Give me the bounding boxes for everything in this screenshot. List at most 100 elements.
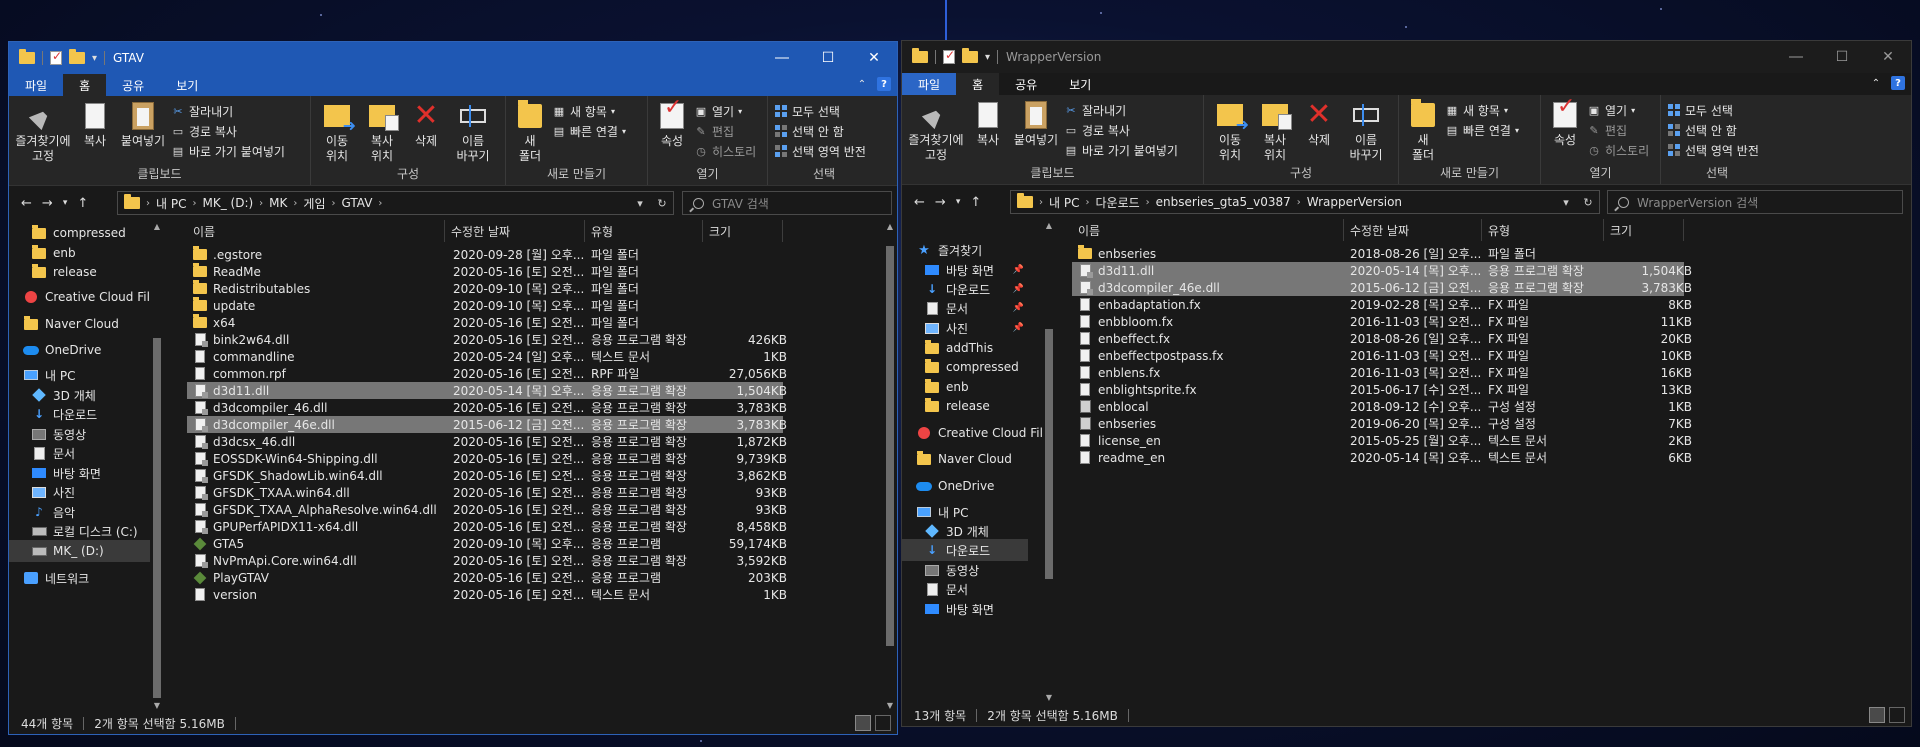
breadcrumb-separator[interactable]: › — [1146, 197, 1150, 208]
select-all-button[interactable]: 모두 선택 — [774, 102, 866, 120]
nav-item[interactable]: ↓ 다운로드 — [9, 403, 150, 425]
column-size[interactable]: 크기 — [703, 220, 783, 242]
forward-arrow-icon[interactable]: → — [42, 196, 53, 211]
file-row[interactable]: d3dcsx_46.dll 2020-05-16 [토] 오전... 응용 프로그램… — [187, 433, 787, 450]
column-type[interactable]: 유형 — [1482, 219, 1604, 241]
new-folder-icon[interactable] — [962, 48, 978, 63]
file-row[interactable]: enblens.fx 2016-11-03 [목] 오전... FX 파일 16KB — [1072, 364, 1692, 381]
file-list[interactable]: 이름 ^ 수정한 날짜 유형 크기 .egstore 2020-09-28 [월] … — [173, 220, 883, 712]
nav-item[interactable]: 사진 — [9, 481, 150, 503]
scrollbar-thumb[interactable] — [1045, 329, 1053, 579]
breadcrumb-separator[interactable]: › — [378, 198, 382, 209]
file-row[interactable]: PlayGTAV 2020-05-16 [토] 오전... 응용 프로그램 203KB — [187, 569, 787, 586]
scroll-down-icon[interactable]: ▼ — [150, 701, 164, 710]
nav-item[interactable]: 사진 📌 — [902, 317, 1028, 339]
scrollbar-thumb[interactable] — [153, 338, 161, 698]
file-row[interactable]: d3dcompiler_46e.dll 2015-06-12 [금] 오전... 응… — [1072, 279, 1692, 296]
file-row[interactable]: enbeffectpostpass.fx 2016-11-03 [목] 오전...… — [1072, 347, 1692, 364]
nav-item[interactable]: 네트워크 — [9, 567, 150, 589]
search-box[interactable]: GTAV 검색 — [682, 191, 892, 215]
tab-home[interactable]: 홈 — [956, 73, 1000, 95]
file-row[interactable]: GFSDK_ShadowLib.win64.dll 2020-05-16 [토] … — [187, 467, 787, 484]
nav-item[interactable]: 문서 📌 — [902, 297, 1028, 319]
nav-item[interactable]: Creative Cloud Fil — [9, 286, 150, 308]
nav-item[interactable]: Naver Cloud — [902, 448, 1028, 470]
details-view-button[interactable] — [855, 715, 871, 731]
new-folder-button[interactable]: 새 폴더 — [510, 100, 550, 164]
large-icons-view-button[interactable] — [875, 715, 891, 731]
column-type[interactable]: 유형 — [585, 220, 703, 242]
explorer-window-gtav[interactable]: ▾ GTAV ― ☐ ✕ 파일 홈 공유 보기 ⌃ ? 즐겨찾기에 고정 복사 — [8, 41, 898, 735]
nav-item[interactable]: 내 PC — [9, 364, 150, 386]
customize-toolbar-icon[interactable]: ▾ — [985, 52, 990, 63]
forward-arrow-icon[interactable]: → — [935, 195, 946, 210]
file-row[interactable]: d3d11.dll 2020-05-14 [목] 오후... 응용 프로그램 확장 1… — [187, 382, 787, 399]
pin-quick-access-button[interactable]: 즐겨찾기에 고정 — [906, 99, 966, 163]
nav-item[interactable]: Naver Cloud — [9, 313, 150, 335]
file-row[interactable]: enbeffect.fx 2018-08-26 [일] 오후... FX 파일 20K… — [1072, 330, 1692, 347]
title-bar[interactable]: ▾ WrapperVersion ― ☐ ✕ — [902, 41, 1911, 73]
delete-button[interactable]: ✕ 삭제 — [1298, 99, 1340, 148]
nav-item[interactable]: 바탕 화면 — [902, 598, 1028, 620]
new-item-button[interactable]: ▦ 새 항목 ▾ — [1445, 101, 1519, 119]
rename-button[interactable]: 이름 바꾸기 — [1340, 99, 1392, 163]
nav-item[interactable]: OneDrive — [902, 475, 1028, 497]
edit-button[interactable]: ✎ 편집 — [1587, 121, 1649, 139]
cut-button[interactable]: ✂ 잘라내기 — [171, 102, 285, 120]
history-button[interactable]: ◷ 히스토리 — [694, 142, 756, 160]
minimize-button[interactable]: ― — [759, 42, 805, 74]
breadcrumb-separator[interactable]: › — [293, 198, 297, 209]
open-button[interactable]: ▣ 열기 ▾ — [694, 102, 756, 120]
delete-button[interactable]: ✕ 삭제 — [405, 100, 447, 149]
open-button[interactable]: ▣ 열기 ▾ — [1587, 101, 1649, 119]
column-size[interactable]: 크기 — [1604, 219, 1684, 241]
breadcrumb-downloads[interactable]: 다운로드 — [1095, 194, 1139, 211]
breadcrumb-separator[interactable]: › — [1085, 197, 1089, 208]
address-bar[interactable]: › 내 PC › 다운로드 › enbseries_gta5_v0387 › W… — [1010, 190, 1600, 214]
breadcrumb-separator[interactable]: › — [192, 198, 196, 209]
nav-item[interactable]: ↓ 다운로드 — [902, 539, 1028, 561]
tab-view[interactable]: 보기 — [160, 74, 214, 96]
file-row[interactable]: readme_en 2020-05-14 [목] 오후... 텍스트 문서 6KB — [1072, 449, 1692, 466]
move-to-button[interactable]: 이동 위치 — [315, 100, 359, 164]
breadcrumb-separator[interactable]: › — [259, 198, 263, 209]
rename-button[interactable]: 이름 바꾸기 — [447, 100, 499, 164]
cut-button[interactable]: ✂ 잘라내기 — [1064, 101, 1178, 119]
copy-to-button[interactable]: 복사 위치 — [1252, 99, 1298, 163]
maximize-button[interactable]: ☐ — [805, 42, 851, 74]
nav-item[interactable]: MK_ (D:) — [9, 540, 150, 562]
select-none-button[interactable]: 선택 안 함 — [1667, 121, 1759, 139]
nav-item[interactable]: compressed — [9, 222, 150, 244]
nav-item[interactable]: Creative Cloud Fil — [902, 422, 1042, 444]
paste-button[interactable]: 붙여넣기 — [117, 100, 169, 149]
recent-locations-icon[interactable]: ▾ — [63, 198, 68, 208]
copy-path-button[interactable]: ▭ 경로 복사 — [171, 122, 285, 140]
move-to-button[interactable]: 이동 위치 — [1208, 99, 1252, 163]
refresh-icon[interactable]: ↻ — [651, 197, 673, 210]
file-row[interactable]: Redistributables 2020-09-10 [목] 오후... 파일 폴… — [187, 280, 783, 297]
navigation-pane[interactable]: compressed enb release Creative Cloud Fil Na… — [9, 220, 164, 712]
tab-view[interactable]: 보기 — [1053, 73, 1107, 95]
navigation-scrollbar[interactable]: ▲ ▼ — [150, 220, 164, 712]
help-icon[interactable]: ? — [877, 77, 891, 91]
refresh-icon[interactable]: ↻ — [1577, 196, 1599, 209]
file-row[interactable]: enbseries 2019-06-20 [목] 오후... 구성 설정 7KB — [1072, 415, 1692, 432]
file-row[interactable]: enbbloom.fx 2016-11-03 [목] 오전... FX 파일 11KB — [1072, 313, 1692, 330]
easy-access-button[interactable]: ▤ 빠른 연결 ▾ — [552, 122, 626, 140]
file-row[interactable]: enbseries 2018-08-26 [일] 오후... 파일 폴더 — [1072, 245, 1684, 262]
navigation-pane[interactable]: ★ 즐겨찾기 바탕 화면 📌 ↓ 다운로드 📌 문서 📌 사진 📌 addThis compressed… — [902, 219, 1042, 704]
file-row[interactable]: .egstore 2020-09-28 [월] 오후... 파일 폴더 — [187, 246, 783, 263]
large-icons-view-button[interactable] — [1889, 707, 1905, 723]
back-arrow-icon[interactable]: ← — [21, 196, 32, 211]
easy-access-button[interactable]: ▤ 빠른 연결 ▾ — [1445, 121, 1519, 139]
recent-locations-icon[interactable]: ▾ — [956, 197, 961, 207]
breadcrumb-games[interactable]: 게임 — [303, 195, 325, 212]
file-row[interactable]: x64 2020-05-16 [토] 오전... 파일 폴더 — [187, 314, 783, 331]
customize-toolbar-icon[interactable]: ▾ — [92, 53, 97, 64]
invert-selection-button[interactable]: 선택 영역 반전 — [1667, 141, 1759, 159]
new-item-button[interactable]: ▦ 새 항목 ▾ — [552, 102, 626, 120]
scrollbar-thumb[interactable] — [886, 246, 894, 646]
breadcrumb-separator[interactable]: › — [1297, 197, 1301, 208]
copy-to-button[interactable]: 복사 위치 — [359, 100, 405, 164]
new-folder-button[interactable]: 새 폴더 — [1403, 99, 1443, 163]
